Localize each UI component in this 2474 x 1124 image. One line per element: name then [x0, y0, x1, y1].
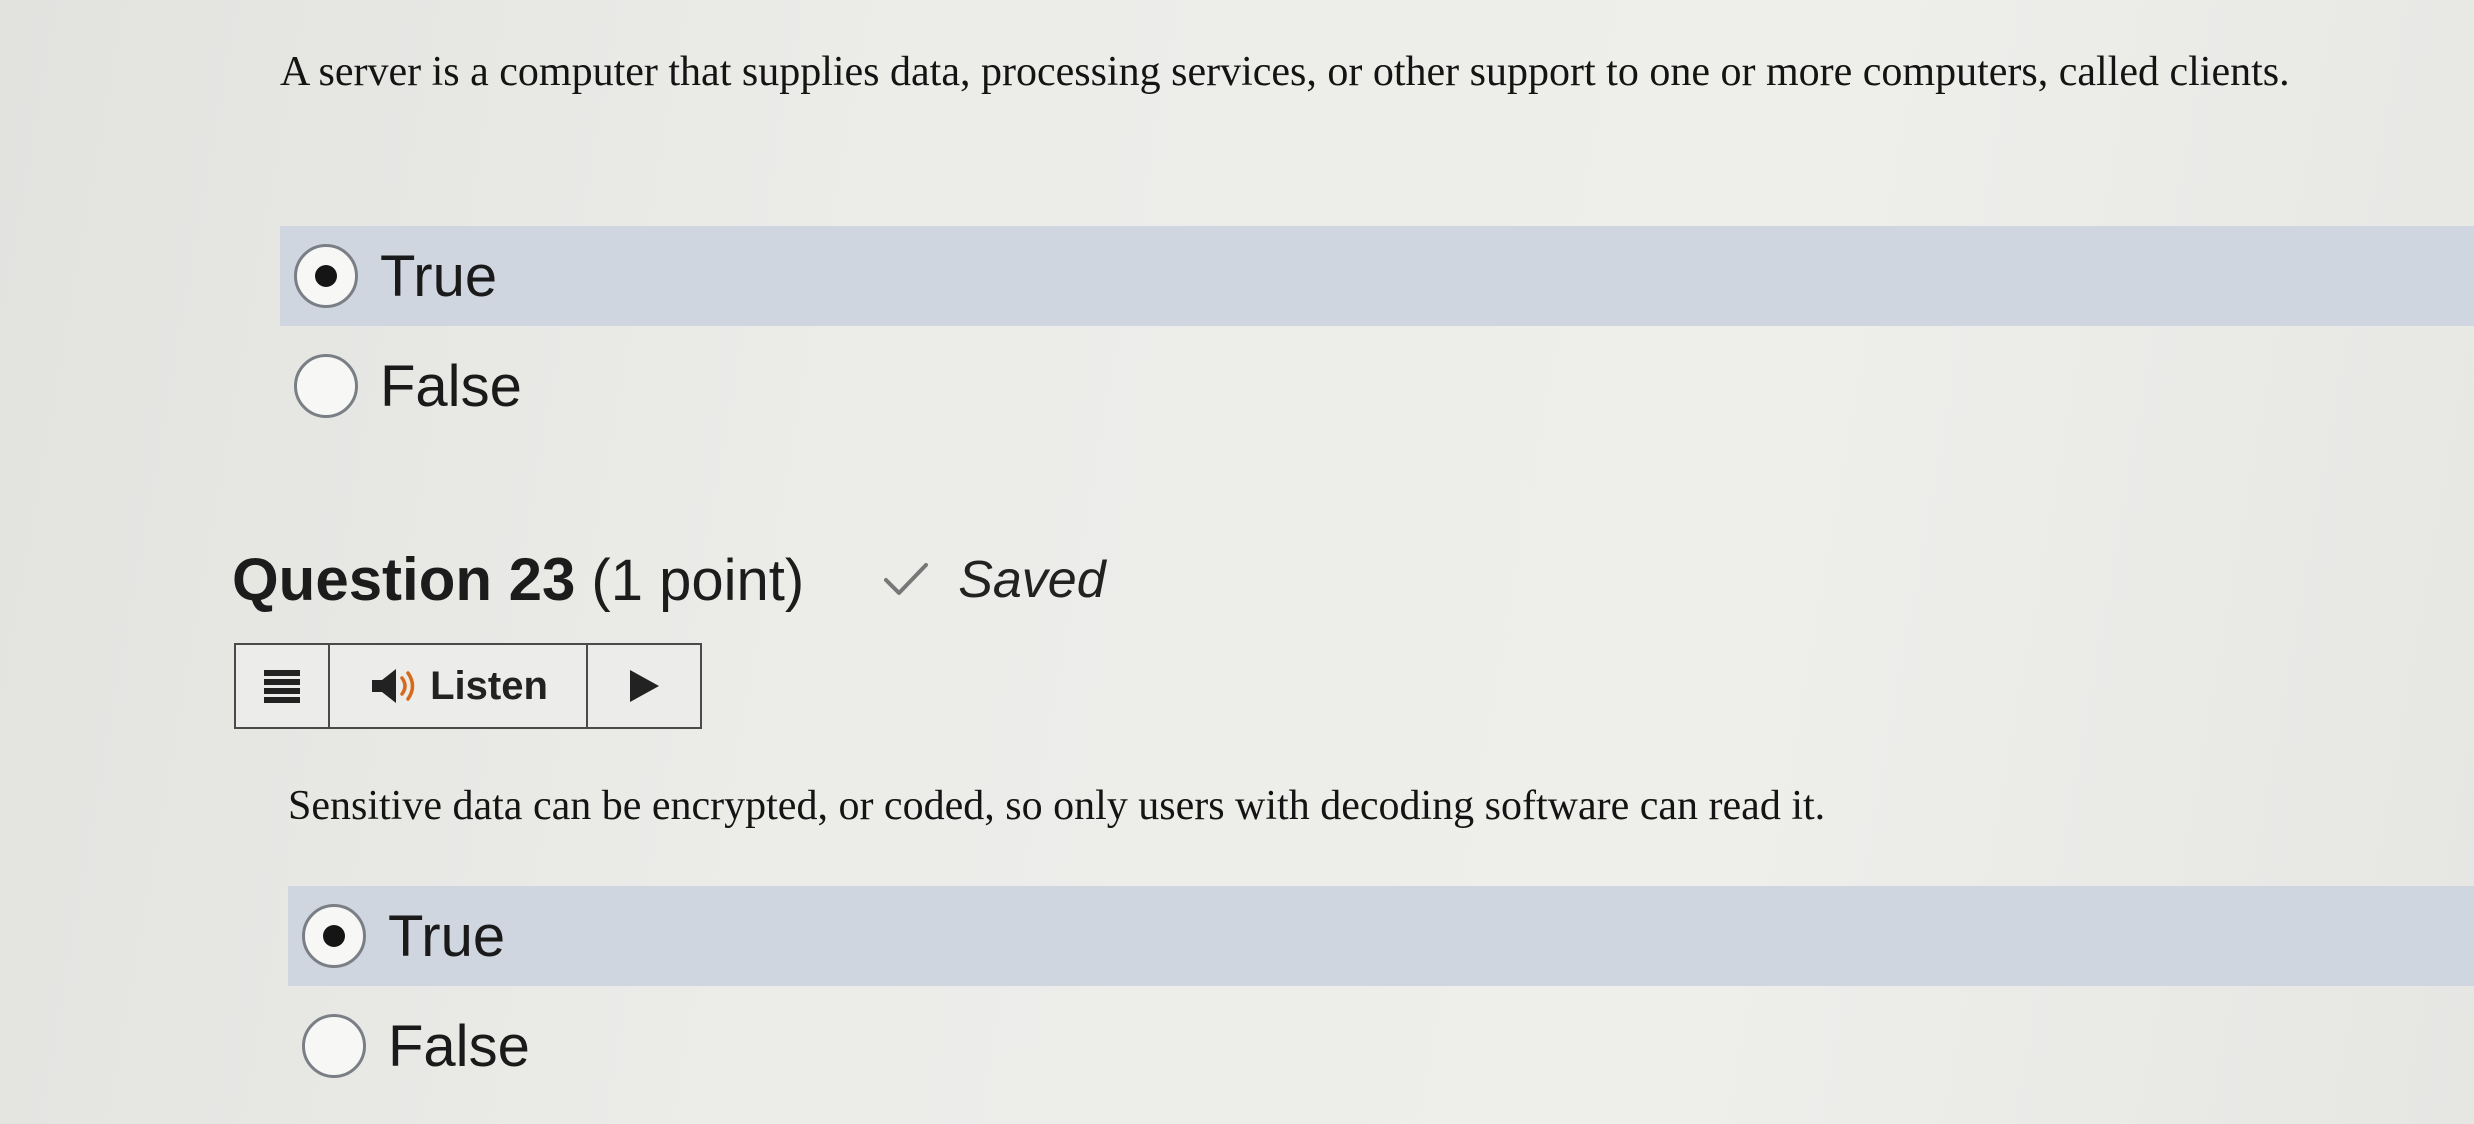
q23-false-radio[interactable] [302, 1014, 366, 1078]
radio-selected-dot [323, 925, 345, 947]
q23-true-radio[interactable] [302, 904, 366, 968]
question-22-text: A server is a computer that supplies dat… [280, 49, 2290, 95]
question-23-header: Question 23 (1 point) Saved [232, 545, 1106, 614]
play-icon [630, 670, 659, 702]
play-button[interactable] [588, 645, 700, 727]
q23-false-label: False [388, 1013, 530, 1079]
radio-selected-dot [315, 265, 337, 287]
q23-option-false[interactable]: False [288, 996, 888, 1096]
q22-option-true[interactable]: True [280, 226, 2474, 326]
menu-icon [264, 670, 300, 703]
saved-status: Saved [882, 550, 1106, 610]
question-23-text: Sensitive data can be encrypted, or code… [288, 783, 1826, 829]
listen-label: Listen [430, 663, 548, 708]
listen-button[interactable]: Listen [330, 645, 588, 727]
question-points: (1 point) [591, 548, 805, 613]
q23-option-true[interactable]: True [288, 886, 2474, 986]
question-title: Question 23 [232, 546, 576, 613]
q22-false-label: False [380, 353, 522, 419]
q22-false-radio[interactable] [294, 354, 358, 418]
speaker-icon [372, 669, 415, 703]
q22-option-false[interactable]: False [280, 336, 880, 436]
q23-true-label: True [388, 903, 506, 969]
q22-true-label: True [380, 243, 498, 309]
saved-label: Saved [958, 551, 1106, 609]
listen-toolbar: Listen [234, 643, 702, 729]
listen-menu-button[interactable] [236, 645, 330, 727]
q22-true-radio[interactable] [294, 244, 358, 308]
checkmark-icon [884, 563, 929, 595]
quiz-page: A server is a computer that supplies dat… [0, 0, 2474, 1124]
